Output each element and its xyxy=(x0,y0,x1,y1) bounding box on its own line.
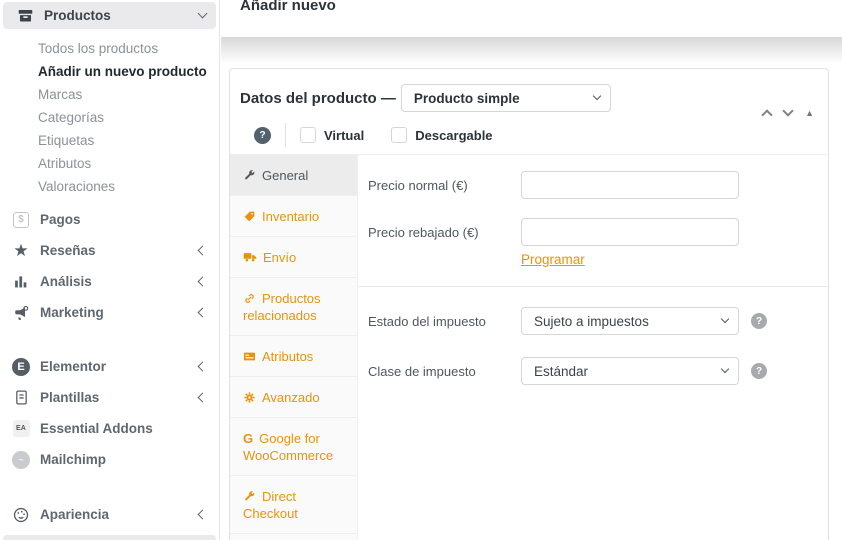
chevron-left-icon xyxy=(197,361,208,372)
tax-class-label: Clase de impuesto xyxy=(368,364,476,379)
star-icon: ★ xyxy=(13,241,29,260)
product-type-select[interactable]: Producto simple xyxy=(400,84,611,112)
sidebar-item-label: Apariencia xyxy=(40,507,110,522)
sidebar-item-pagos[interactable]: $ Pagos xyxy=(0,204,219,235)
chevron-down-icon xyxy=(720,314,730,324)
submenu-item-categorias[interactable]: Categorías xyxy=(38,106,219,129)
sidebar-item-marketing[interactable]: Marketing xyxy=(0,297,219,328)
sidebar-item-label: Essential Addons xyxy=(40,421,153,436)
sidebar-item-label: Elementor xyxy=(40,359,107,374)
megaphone-icon xyxy=(11,303,31,323)
move-up-icon[interactable] xyxy=(761,109,773,121)
submenu-item-todos-los-productos[interactable]: Todos los productos xyxy=(38,37,219,60)
google-g-icon: G xyxy=(243,431,254,446)
sidebar-item-label: Pagos xyxy=(40,212,81,227)
tab-inventario[interactable]: Inventario xyxy=(230,196,357,237)
sidebar-item-label: Plantillas xyxy=(40,390,100,405)
tax-status-select[interactable]: Sujeto a impuestos xyxy=(521,307,739,335)
schedule-link[interactable]: Programar xyxy=(521,252,585,267)
help-icon[interactable]: ? xyxy=(751,313,767,329)
sidebar-item-label: Marketing xyxy=(40,305,104,320)
submenu-item-marcas[interactable]: Marcas xyxy=(38,83,219,106)
submenu-item-atributos[interactable]: Atributos xyxy=(38,152,219,175)
link-icon xyxy=(243,292,256,305)
metabox-controls: ▲ xyxy=(761,105,814,121)
tag-icon xyxy=(243,210,256,223)
sidebar-item-partial[interactable] xyxy=(3,535,216,540)
move-down-icon[interactable] xyxy=(782,105,794,117)
tab-envio[interactable]: Envío xyxy=(230,237,357,278)
tax-class-select[interactable]: Estándar xyxy=(521,357,739,385)
sidebar-item-plantillas[interactable]: Plantillas xyxy=(0,382,219,413)
virtual-checkbox-label[interactable]: Virtual xyxy=(324,128,364,143)
main-content: Añadir nuevo Datos del producto — Produc… xyxy=(221,0,842,540)
regular-price-label: Precio normal (€) xyxy=(368,178,468,193)
wrench-icon xyxy=(243,169,256,182)
help-icon[interactable]: ? xyxy=(254,126,271,144)
chevron-down-icon xyxy=(720,364,730,374)
sale-price-label: Precio rebajado (€) xyxy=(368,225,479,240)
collapse-toggle-icon[interactable]: ▲ xyxy=(805,108,814,118)
sale-price-input[interactable] xyxy=(521,218,739,246)
productos-submenu: Todos los productos Añadir un nuevo prod… xyxy=(0,29,219,204)
metabox-body: General Inventario Envío Productos relac… xyxy=(230,155,828,540)
downloadable-checkbox-label[interactable]: Descargable xyxy=(415,128,492,143)
sidebar-item-resenas[interactable]: ★ Reseñas xyxy=(0,235,219,266)
submenu-item-etiquetas[interactable]: Etiquetas xyxy=(38,129,219,152)
submenu-item-valoraciones[interactable]: Valoraciones xyxy=(38,175,219,198)
chevron-down-icon xyxy=(592,91,602,101)
editor-shadow-band xyxy=(221,37,842,63)
sidebar-item-productos[interactable]: Productos xyxy=(3,2,216,29)
truck-icon xyxy=(243,250,257,264)
chevron-left-icon xyxy=(197,245,208,256)
tab-productos-relacionados[interactable]: Productos relacionados xyxy=(230,278,357,336)
wrench-icon xyxy=(243,490,256,503)
payments-icon: $ xyxy=(11,210,31,230)
regular-price-input[interactable] xyxy=(521,171,739,199)
chevron-left-icon xyxy=(197,307,208,318)
page-title: Añadir nuevo xyxy=(240,0,336,14)
chevron-left-icon xyxy=(197,276,208,287)
sidebar-item-apariencia[interactable]: Apariencia xyxy=(0,499,219,530)
product-data-tabs: General Inventario Envío Productos relac… xyxy=(230,155,358,540)
chevron-down-icon xyxy=(197,8,208,19)
sidebar-item-label: Análisis xyxy=(40,274,92,289)
tab-avanzado[interactable]: Avanzado xyxy=(230,377,357,418)
ea-badge-icon: EA xyxy=(11,419,31,439)
general-tab-panel: Precio normal (€) Precio rebajado (€) Pr… xyxy=(358,155,828,540)
metabox-header: Datos del producto — Producto simple ▲ ?… xyxy=(230,69,828,155)
document-icon xyxy=(11,388,31,408)
metabox-title: Datos del producto — xyxy=(240,89,396,107)
tab-general[interactable]: General xyxy=(230,155,357,196)
tax-status-label: Estado del impuesto xyxy=(368,314,486,329)
sidebar-item-essential-addons[interactable]: EA Essential Addons xyxy=(0,413,219,444)
chevron-left-icon xyxy=(197,509,208,520)
tab-atributos[interactable]: Atributos xyxy=(230,336,357,377)
product-data-metabox: Datos del producto — Producto simple ▲ ?… xyxy=(229,68,829,540)
admin-sidebar: Productos Todos los productos Añadir un … xyxy=(0,0,220,540)
sidebar-item-label: Mailchimp xyxy=(40,452,107,467)
section-divider xyxy=(358,286,828,287)
virtual-checkbox[interactable] xyxy=(300,127,316,143)
sidebar-item-label: Productos xyxy=(44,8,111,23)
sidebar-item-analisis[interactable]: Análisis xyxy=(0,266,219,297)
downloadable-checkbox[interactable] xyxy=(391,127,408,143)
sidebar-item-label: Reseñas xyxy=(40,243,96,258)
palette-icon xyxy=(11,505,31,525)
divider xyxy=(285,123,286,147)
help-icon[interactable]: ? xyxy=(751,363,767,379)
tab-google-for-woocommerce[interactable]: G Google for WooCommerce xyxy=(230,418,357,476)
card-icon xyxy=(243,350,256,363)
tab-direct-checkout[interactable]: Direct Checkout xyxy=(230,476,357,534)
bar-chart-icon xyxy=(11,272,31,292)
elementor-icon: E xyxy=(11,357,31,377)
submenu-item-anadir-producto[interactable]: Añadir un nuevo producto xyxy=(38,60,219,83)
chevron-left-icon xyxy=(197,392,208,403)
sidebar-item-mailchimp[interactable]: ~ Mailchimp xyxy=(0,444,219,475)
mailchimp-icon: ~ xyxy=(11,450,31,470)
products-box-icon xyxy=(15,6,35,26)
sidebar-item-elementor[interactable]: E Elementor xyxy=(0,351,219,382)
gear-icon xyxy=(243,391,256,404)
